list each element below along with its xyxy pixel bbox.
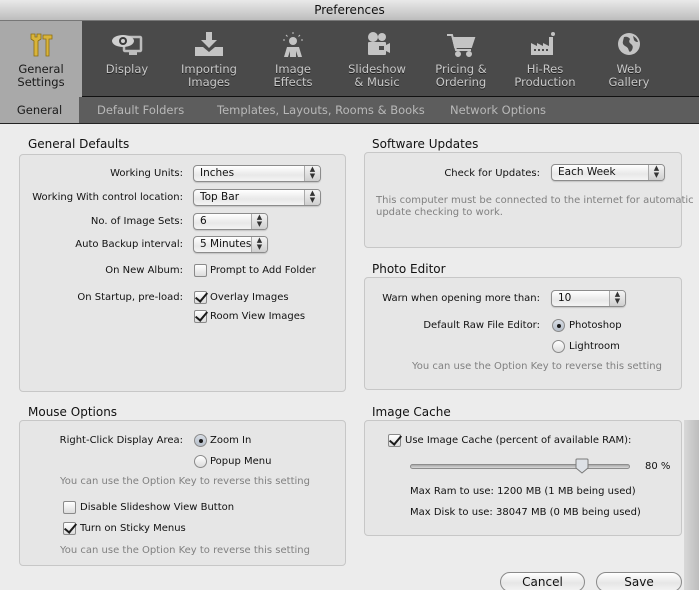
toolbar-item-general-settings[interactable]: General Settings (0, 21, 82, 97)
cache-slider-thumb[interactable] (575, 458, 589, 474)
disable-slideshow-label: Disable Slideshow View Button (80, 502, 235, 513)
new-album-label: On New Album: (105, 265, 183, 276)
person-spotlight-icon (273, 31, 313, 59)
toolbar-label: Production (514, 75, 576, 89)
toolbar-item-slideshow-music[interactable]: Slideshow & Music (336, 21, 418, 97)
max-ram-text: Max Ram to use: 1200 MB (1 MB being used… (410, 486, 636, 497)
window-titlebar: Preferences (0, 0, 699, 21)
subtab-default-folders[interactable]: Default Folders (87, 97, 194, 123)
lightroom-radio[interactable] (552, 340, 565, 353)
backup-interval-select[interactable]: 5 Minutes ▲ ▼ (193, 236, 268, 253)
toolbar-item-image-effects[interactable]: Image Effects (252, 21, 334, 97)
select-arrows-icon: ▲ ▼ (304, 166, 320, 181)
toolbar-label: Images (187, 75, 230, 89)
toolbar-label: & Music (354, 75, 400, 89)
image-sets-label: No. of Image Sets: (90, 216, 183, 227)
save-button[interactable]: Save (596, 572, 682, 590)
lightroom-label: Lightroom (569, 341, 620, 352)
import-tray-icon (189, 31, 229, 59)
right-click-label: Right-Click Display Area: (59, 435, 183, 446)
updates-note-line2: update checking to work. (376, 207, 503, 218)
mouse-options-title: Mouse Options (28, 405, 118, 419)
overlay-images-checkbox[interactable] (194, 291, 207, 304)
disable-slideshow-checkbox[interactable] (63, 501, 76, 514)
working-units-label: Working Units: (110, 168, 183, 179)
window-title: Preferences (314, 3, 385, 17)
use-image-cache-checkbox[interactable] (388, 434, 401, 447)
photoshop-label: Photoshop (569, 320, 622, 331)
subtab-network-options[interactable]: Network Options (440, 97, 556, 123)
select-arrows-icon: ▲ ▼ (648, 165, 664, 180)
subtab-bar: General Default Folders Templates, Layou… (0, 97, 699, 124)
max-disk-text: Max Disk to use: 38047 MB (0 MB being us… (410, 507, 641, 518)
shopping-cart-icon (441, 31, 481, 59)
updates-note-line1: This computer must be connected to the i… (376, 195, 694, 206)
zoom-in-radio[interactable] (194, 434, 207, 447)
globe-icon (609, 31, 649, 59)
toolbar-label: Display (105, 62, 149, 76)
factory-icon (525, 31, 565, 59)
warn-opening-label: Warn when opening more than: (382, 293, 540, 304)
toolbar-item-web-gallery[interactable]: Web Gallery (588, 21, 670, 97)
select-arrows-icon: ▲ ▼ (609, 291, 625, 306)
subtab-templates-layouts-rooms-books[interactable]: Templates, Layouts, Rooms & Books (207, 97, 435, 123)
check-updates-value: Each Week (558, 166, 616, 178)
warn-opening-select[interactable]: 10 ▲ ▼ (551, 290, 626, 307)
zoom-in-label: Zoom In (210, 435, 252, 446)
toolbar-label: Effects (273, 75, 313, 89)
popup-menu-label: Popup Menu (210, 456, 272, 467)
control-location-select[interactable]: Top Bar ▲ ▼ (193, 189, 321, 206)
working-units-select[interactable]: Inches ▲ ▼ (193, 165, 321, 182)
mouse-hint-2: You can use the Option Key to reverse th… (60, 545, 310, 556)
movie-camera-icon (357, 31, 397, 59)
working-units-value: Inches (200, 167, 235, 179)
image-sets-select[interactable]: 6 ▲ ▼ (193, 213, 268, 230)
control-location-value: Top Bar (200, 191, 240, 203)
image-cache-title: Image Cache (372, 405, 451, 419)
room-view-images-label: Room View Images (210, 311, 306, 322)
cancel-button[interactable]: Cancel (500, 572, 585, 590)
cache-slider-track[interactable] (410, 464, 630, 469)
warn-opening-value: 10 (558, 292, 572, 304)
preferences-toolbar: General Settings Display Importing Image… (0, 21, 699, 97)
raw-editor-label: Default Raw File Editor: (423, 320, 540, 331)
sticky-menus-checkbox[interactable] (63, 522, 76, 535)
overlay-images-label: Overlay Images (210, 292, 289, 303)
select-arrows-icon: ▲ ▼ (251, 214, 267, 229)
image-sets-value: 6 (200, 215, 207, 227)
general-defaults-title: General Defaults (28, 137, 130, 151)
toolbar-label: Settings (17, 75, 65, 89)
toolbar-label: Gallery (608, 75, 650, 89)
popup-menu-radio[interactable] (194, 455, 207, 468)
software-updates-title: Software Updates (372, 137, 479, 151)
prompt-add-folder-label: Prompt to Add Folder (210, 265, 316, 276)
toolbar-item-display[interactable]: Display (86, 21, 168, 97)
toolbar-item-importing-images[interactable]: Importing Images (168, 21, 250, 97)
use-image-cache-label: Use Image Cache (percent of available RA… (405, 435, 632, 446)
backup-interval-label: Auto Backup interval: (75, 239, 183, 250)
photo-editor-title: Photo Editor (372, 262, 446, 276)
toolbar-label: Ordering (435, 75, 487, 89)
prompt-add-folder-checkbox[interactable] (194, 264, 207, 277)
control-location-label: Working With control location: (32, 192, 183, 203)
startup-preload-label: On Startup, pre-load: (77, 292, 183, 303)
toolbar-item-hi-res-production[interactable]: Hi-Res Production (504, 21, 586, 97)
eye-monitor-icon (107, 31, 147, 59)
check-updates-select[interactable]: Each Week ▲ ▼ (551, 164, 665, 181)
window-edge-shadow (684, 420, 699, 590)
sticky-menus-label: Turn on Sticky Menus (80, 523, 186, 534)
cache-percent-value: 80 % (645, 461, 671, 472)
select-arrows-icon: ▲ ▼ (251, 237, 267, 252)
subtab-general[interactable]: General (0, 97, 79, 123)
photoshop-radio[interactable] (552, 319, 565, 332)
check-updates-label: Check for Updates: (444, 168, 540, 179)
tools-icon (21, 31, 61, 59)
room-view-images-checkbox[interactable] (194, 310, 207, 323)
mouse-hint-1: You can use the Option Key to reverse th… (60, 476, 310, 487)
backup-interval-value: 5 Minutes (200, 238, 252, 250)
toolbar-item-pricing-ordering[interactable]: Pricing & Ordering (420, 21, 502, 97)
select-arrows-icon: ▲ ▼ (304, 190, 320, 205)
photo-editor-hint: You can use the Option Key to reverse th… (412, 361, 662, 372)
